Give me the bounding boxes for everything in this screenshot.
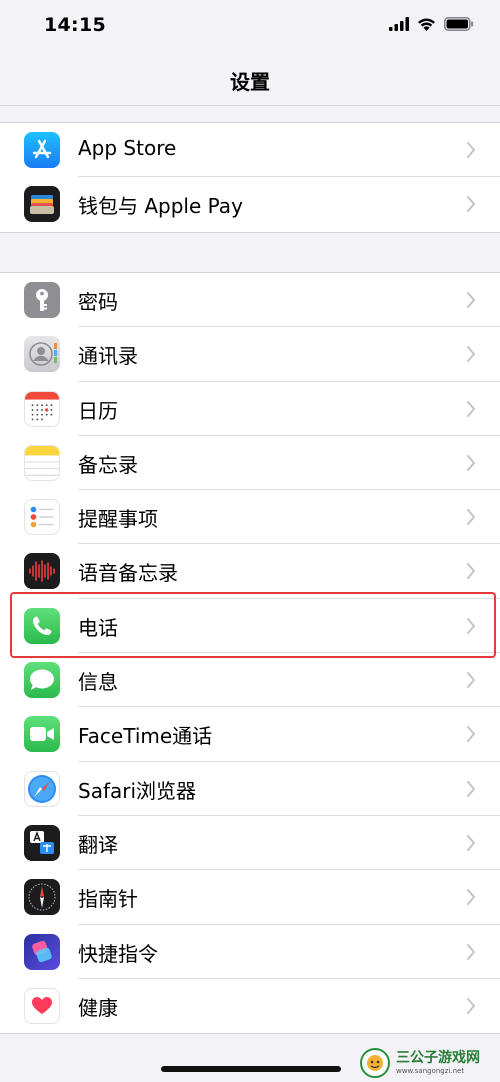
health-icon: [24, 987, 60, 1024]
settings-group-apps: 密码 通讯录 日历 备忘录 提醒事项 语音备忘录 电话 信息 FaceTime通…: [0, 272, 500, 1035]
settings-row-contacts[interactable]: 通讯录: [0, 327, 500, 382]
home-indicator[interactable]: [161, 1066, 341, 1072]
row-label: 翻译: [78, 832, 118, 857]
settings-row-health[interactable]: 健康: [0, 979, 500, 1033]
chevron-right-icon: [467, 292, 475, 308]
chevron-right-icon: [467, 889, 475, 906]
chevron-right-icon: [467, 834, 475, 851]
chevron-right-icon: [467, 400, 475, 417]
settings-row-phone[interactable]: 电话: [0, 599, 500, 654]
contacts-icon: [24, 336, 60, 373]
facetime-icon: [24, 716, 60, 753]
row-label: FaceTime通话: [78, 724, 213, 749]
key-icon: [24, 282, 60, 318]
settings-row-notes[interactable]: 备忘录: [0, 436, 500, 491]
settings-row-wallet[interactable]: 钱包与 Apple Pay: [0, 177, 500, 231]
row-label: 通讯录: [78, 344, 138, 369]
chevron-right-icon: [467, 726, 475, 743]
settings-row-translate[interactable]: 翻译: [0, 816, 500, 871]
chevron-right-icon: [467, 346, 475, 363]
wifi-icon: [417, 16, 436, 35]
settings-row-safari[interactable]: Safari浏览器: [0, 762, 500, 816]
row-label: 备忘录: [78, 452, 138, 477]
settings-row-voice-memos[interactable]: 语音备忘录: [0, 544, 500, 599]
status-time: 14:15: [44, 14, 106, 36]
wallet-icon: [24, 186, 60, 223]
chevron-right-icon: [467, 563, 475, 580]
chevron-right-icon: [467, 142, 475, 158]
translate-icon: [24, 824, 60, 861]
chevron-right-icon: [467, 943, 475, 960]
safari-icon: [24, 770, 60, 807]
watermark-title: 三公子游戏网: [396, 1050, 480, 1066]
reminders-icon: [24, 499, 60, 536]
row-label: 指南针: [78, 887, 138, 912]
settings-row-shortcuts[interactable]: 快捷指令: [0, 925, 500, 979]
settings-row-reminders[interactable]: 提醒事项: [0, 490, 500, 545]
app-store-icon: [24, 132, 60, 168]
phone-icon: [24, 607, 60, 644]
settings-row-compass[interactable]: 指南针: [0, 870, 500, 925]
row-label: App Store: [78, 136, 177, 160]
watermark-url: www.sangongzi.net: [396, 1067, 465, 1075]
row-label: 提醒事项: [78, 507, 158, 532]
watermark: 三公子游戏网 www.sangongzi.net: [360, 1046, 496, 1080]
watermark-text: 三公子游戏网 www.sangongzi.net: [396, 1051, 480, 1075]
settings-row-messages[interactable]: 信息: [0, 653, 500, 708]
chevron-right-icon: [467, 780, 475, 797]
row-label: 日历: [78, 398, 118, 423]
row-label: 信息: [78, 670, 118, 695]
status-icons: [389, 16, 474, 35]
row-label: 快捷指令: [78, 941, 158, 966]
settings-group-store: App Store 钱包与 Apple Pay: [0, 122, 500, 233]
messages-icon: [24, 662, 60, 699]
page-title: 设置: [230, 70, 270, 94]
chevron-right-icon: [467, 509, 475, 526]
settings-row-app-store[interactable]: App Store: [0, 123, 500, 178]
status-bar: 14:15: [0, 0, 500, 54]
compass-icon: [24, 879, 60, 916]
chevron-right-icon: [467, 454, 475, 471]
notes-icon: [24, 444, 60, 481]
battery-icon: [444, 16, 474, 35]
settings-row-passwords[interactable]: 密码: [0, 273, 500, 328]
chevron-right-icon: [467, 672, 475, 689]
calendar-icon: [24, 390, 60, 427]
row-label: 钱包与 Apple Pay: [78, 194, 243, 219]
settings-row-facetime[interactable]: FaceTime通话: [0, 707, 500, 762]
row-label: 电话: [78, 615, 118, 640]
row-label: 健康: [78, 995, 118, 1020]
chevron-right-icon: [467, 997, 475, 1014]
voice-memos-icon: [24, 553, 60, 590]
watermark-logo-icon: [360, 1048, 390, 1078]
row-label: 语音备忘录: [78, 561, 178, 586]
chevron-right-icon: [467, 196, 475, 213]
cellular-signal-icon: [389, 16, 409, 35]
row-label: Safari浏览器: [78, 778, 197, 803]
shortcuts-icon: [24, 933, 60, 970]
row-label: 密码: [78, 290, 118, 314]
chevron-right-icon: [467, 617, 475, 634]
nav-bar: 设置: [0, 54, 500, 106]
settings-row-calendar[interactable]: 日历: [0, 382, 500, 436]
